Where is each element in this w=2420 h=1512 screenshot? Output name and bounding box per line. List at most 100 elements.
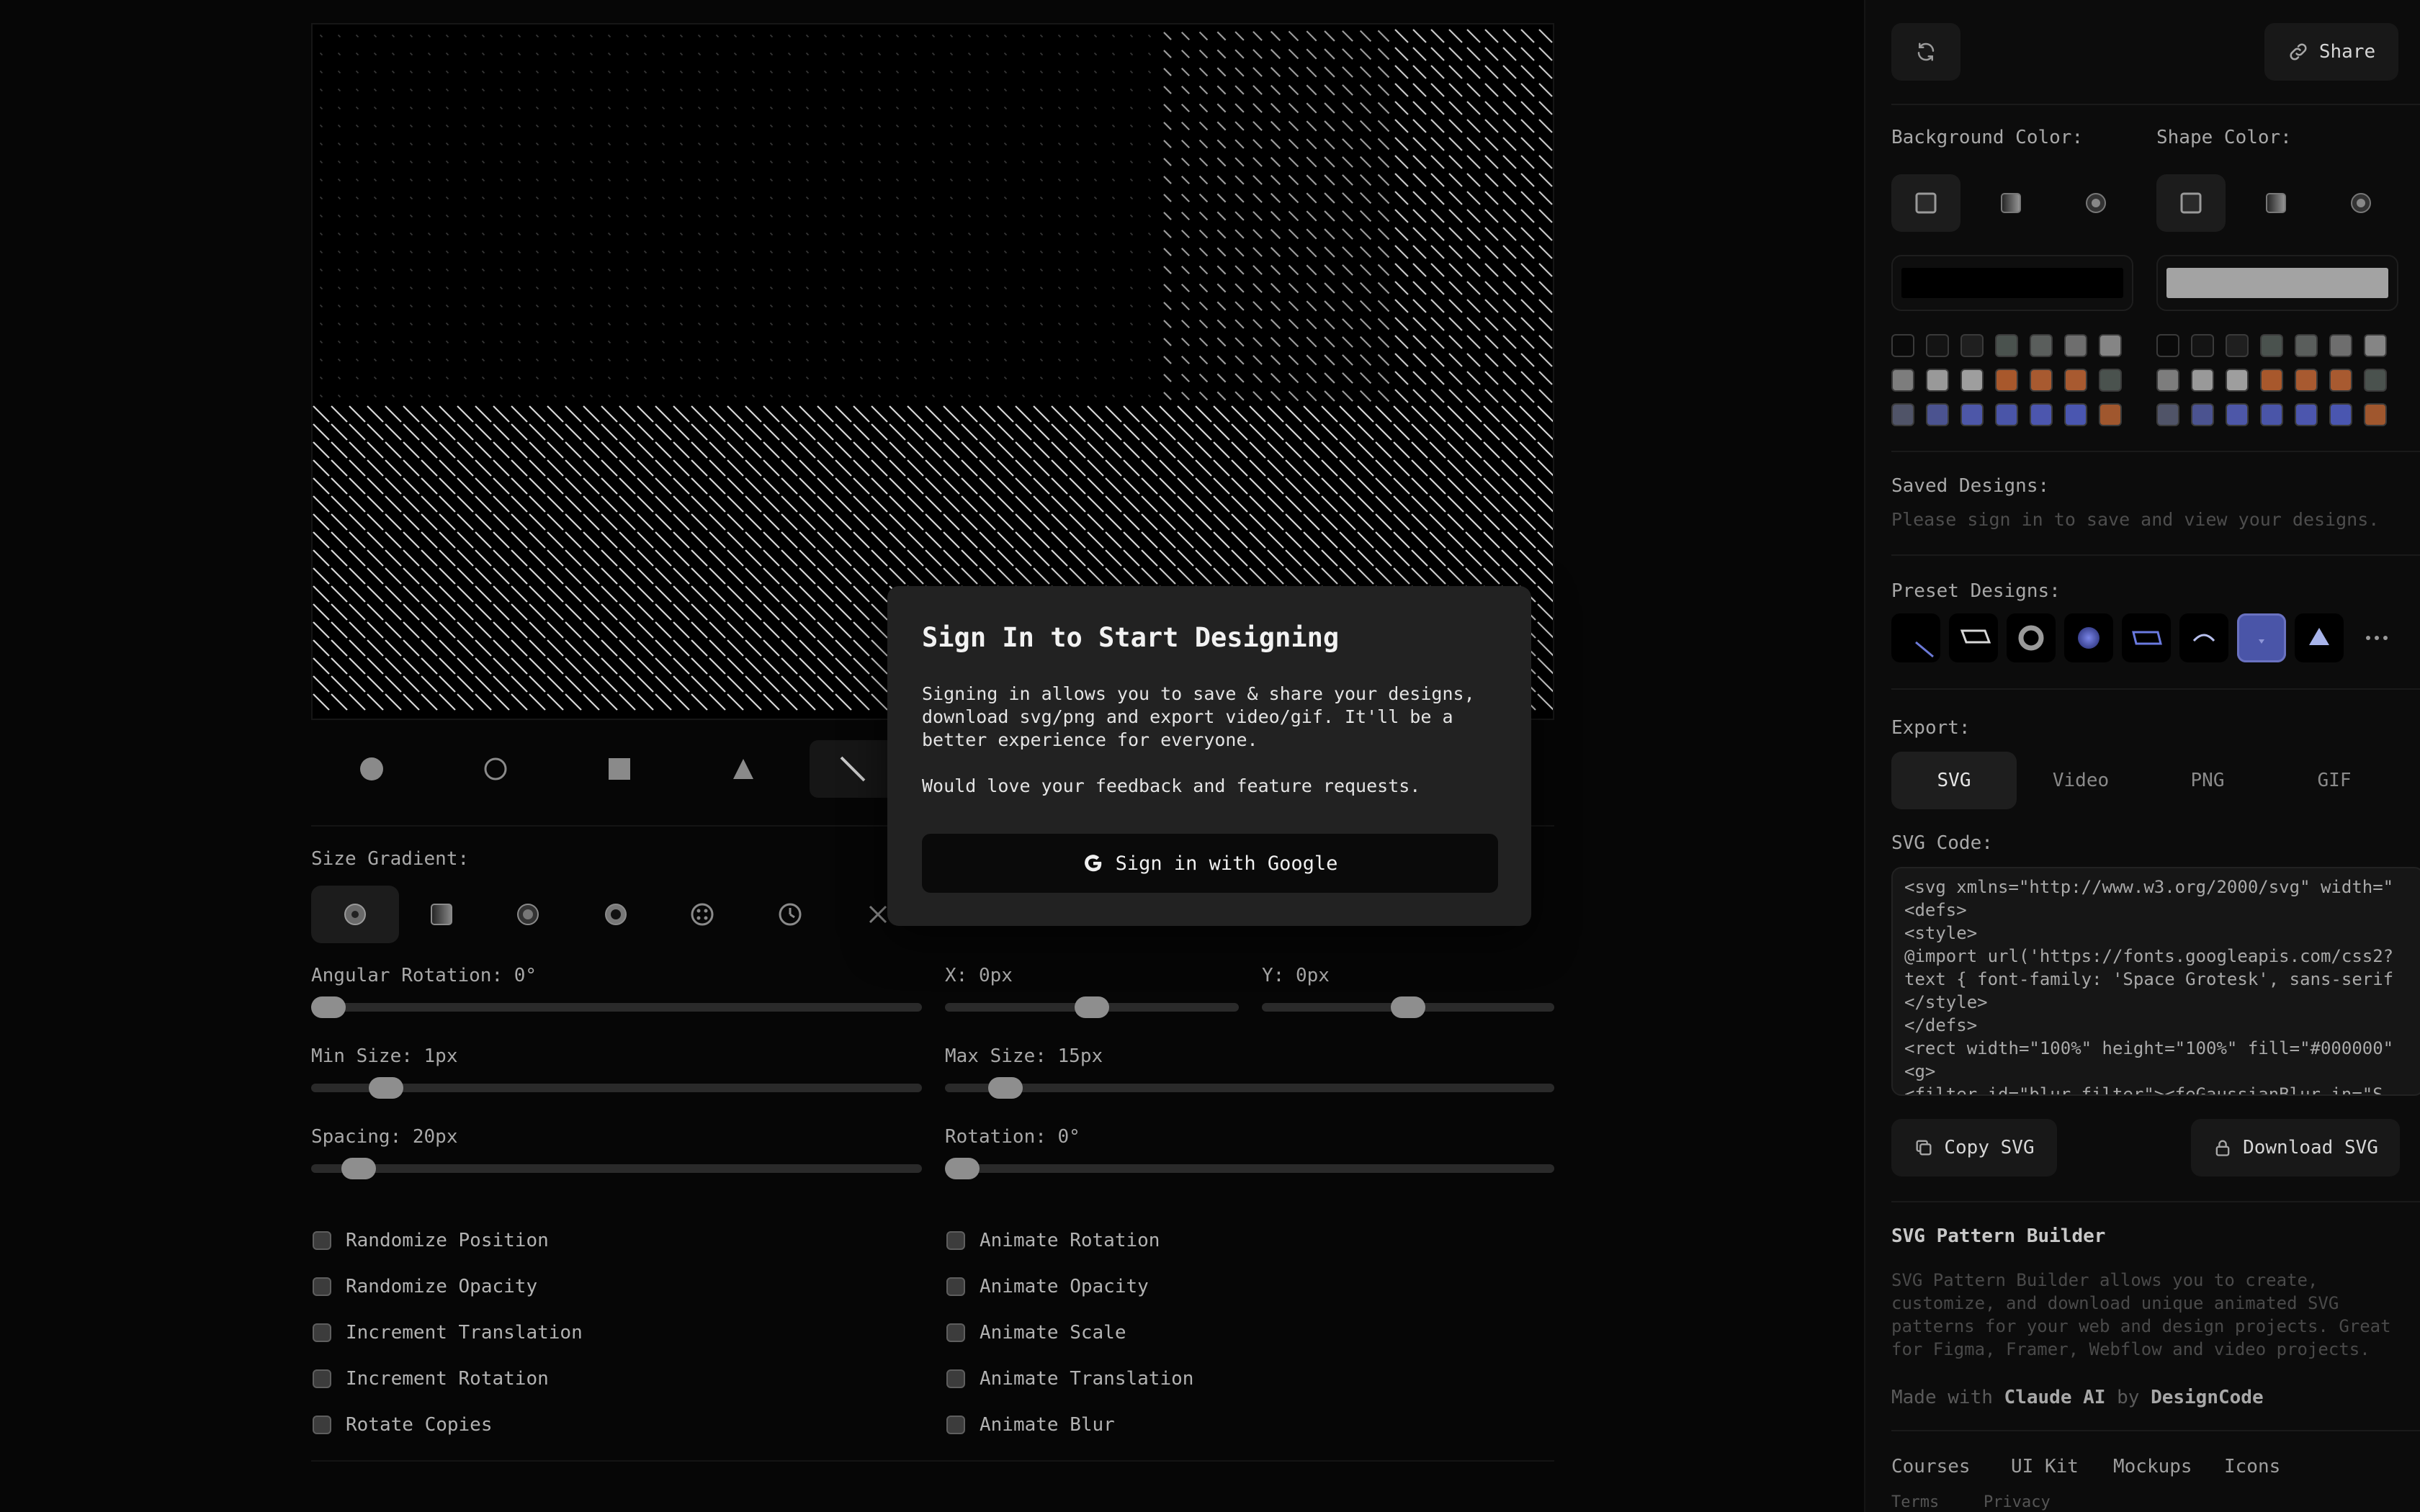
checkbox-row[interactable]: Animate Blur [946,1414,1115,1436]
color-swatch[interactable] [2099,334,2122,357]
checkbox[interactable] [946,1277,965,1296]
gradient-radial-center-button[interactable] [311,886,399,943]
color-swatch[interactable] [2364,369,2387,392]
checkbox[interactable] [313,1369,331,1388]
checkbox-row[interactable]: Increment Translation [313,1322,583,1344]
color-swatch[interactable] [1960,403,1984,426]
color-swatch[interactable] [2191,403,2214,426]
preset-arc[interactable] [2179,613,2228,662]
checkbox-row[interactable]: Increment Rotation [313,1368,549,1390]
svg-code-box[interactable]: <svg xmlns="http://www.w3.org/2000/svg" … [1891,867,2420,1096]
color-swatch[interactable] [2156,334,2179,357]
refresh-button[interactable] [1891,23,1960,81]
color-swatch[interactable] [2295,369,2318,392]
color-swatch[interactable] [2030,403,2053,426]
checkbox[interactable] [313,1231,331,1250]
export-tab-video[interactable]: Video [2018,752,2143,809]
export-tab-png[interactable]: PNG [2145,752,2270,809]
color-swatch[interactable] [2064,403,2087,426]
checkbox[interactable] [313,1416,331,1434]
slider-thumb[interactable] [341,1158,377,1179]
shape-radial-mode-button[interactable] [2326,174,2396,232]
color-swatch[interactable] [1891,369,1914,392]
color-swatch[interactable] [2226,369,2249,392]
copy-svg-button[interactable]: Copy SVG [1891,1119,2057,1176]
slider-thumb[interactable] [987,1077,1023,1099]
color-swatch[interactable] [2329,403,2352,426]
checkbox-row[interactable]: Rotate Copies [313,1414,493,1436]
export-tab-gif[interactable]: GIF [2272,752,2397,809]
footer-link-mockups[interactable]: Mockups [2113,1456,2192,1477]
checkbox-row[interactable]: Animate Translation [946,1368,1193,1390]
color-swatch[interactable] [2191,369,2214,392]
footer-link-courses[interactable]: Courses [1891,1456,1971,1477]
gradient-scatter-button[interactable] [658,886,746,943]
slider-thumb[interactable] [945,1158,980,1179]
background-color-input[interactable] [1891,255,2133,311]
rotation-slider[interactable] [945,1158,1554,1179]
color-swatch[interactable] [1995,403,2018,426]
color-swatch[interactable] [2064,369,2087,392]
color-swatch[interactable] [2156,403,2179,426]
checkbox[interactable] [313,1323,331,1342]
slider-thumb[interactable] [1391,996,1425,1018]
checkbox-row[interactable]: Animate Opacity [946,1276,1149,1297]
preset-parallelogram[interactable] [1949,613,1998,662]
color-swatch[interactable] [1926,403,1949,426]
spacing-slider[interactable] [311,1158,922,1179]
checkbox[interactable] [946,1369,965,1388]
color-swatch[interactable] [2064,334,2087,357]
slider-thumb[interactable] [311,996,346,1018]
checkbox-row[interactable]: Randomize Opacity [313,1276,537,1297]
slider-thumb[interactable] [1075,996,1109,1018]
shape-solid-mode-button[interactable] [2156,174,2226,232]
shape-line-button[interactable] [810,740,896,798]
color-swatch[interactable] [2329,369,2352,392]
color-swatch[interactable] [1995,334,2018,357]
checkbox-row[interactable]: Animate Scale [946,1322,1126,1344]
color-swatch[interactable] [2099,369,2122,392]
color-swatch[interactable] [2226,403,2249,426]
more-presets-button[interactable] [2352,613,2401,662]
gradient-radial-button[interactable] [484,886,572,943]
designcode-link[interactable]: DesignCode [2151,1387,2264,1408]
shape-square-button[interactable] [576,740,663,798]
preset-line[interactable] [1891,613,1940,662]
color-swatch[interactable] [2260,334,2283,357]
google-sign-in-button[interactable]: Sign in with Google [922,834,1498,893]
color-swatch[interactable] [2329,334,2352,357]
preset-orb[interactable] [2064,613,2113,662]
checkbox[interactable] [946,1231,965,1250]
color-swatch[interactable] [1926,334,1949,357]
color-swatch[interactable] [2030,369,2053,392]
preset-triangle[interactable] [2295,613,2344,662]
max-size-slider[interactable] [945,1077,1554,1099]
bg-solid-mode-button[interactable] [1891,174,1960,232]
checkbox-row[interactable]: Randomize Position [313,1230,549,1251]
checkbox[interactable] [946,1416,965,1434]
gradient-clock-button[interactable] [746,886,834,943]
color-swatch[interactable] [2226,334,2249,357]
checkbox-row[interactable]: Animate Rotation [946,1230,1160,1251]
preset-ring[interactable] [2007,613,2056,662]
preset-blue-tile[interactable] [2237,613,2286,662]
export-tab-svg[interactable]: SVG [1891,752,2017,809]
color-swatch[interactable] [2030,334,2053,357]
bg-radial-mode-button[interactable] [2061,174,2130,232]
color-swatch[interactable] [2295,334,2318,357]
color-swatch[interactable] [2099,403,2122,426]
claude-ai-link[interactable]: Claude AI [2004,1387,2106,1408]
checkbox[interactable] [946,1323,965,1342]
footer-link-icons[interactable]: Icons [2224,1456,2280,1477]
y-offset-slider[interactable] [1262,996,1554,1018]
footer-link-terms[interactable]: Terms [1891,1493,1939,1511]
color-swatch[interactable] [1926,369,1949,392]
bg-gradient-mode-button[interactable] [1976,174,2045,232]
shape-circle-outline-button[interactable] [452,740,539,798]
shape-gradient-mode-button[interactable] [2241,174,2311,232]
shape-triangle-button[interactable] [700,740,786,798]
checkbox[interactable] [313,1277,331,1296]
color-swatch[interactable] [2260,369,2283,392]
x-offset-slider[interactable] [945,996,1239,1018]
color-swatch[interactable] [1995,369,2018,392]
